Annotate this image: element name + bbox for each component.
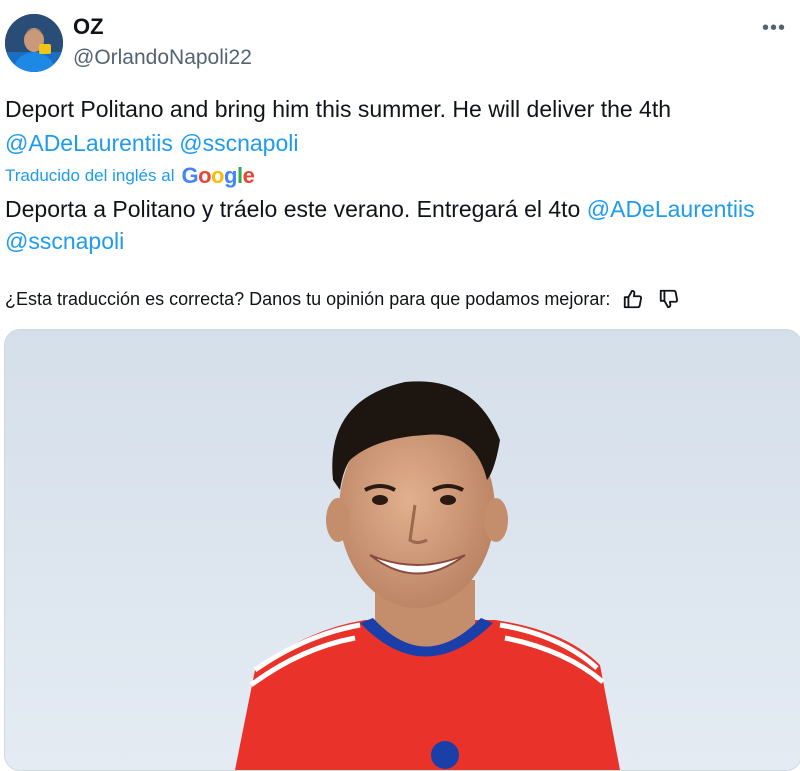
- translation-feedback: ¿Esta traducción es correcta? Danos tu o…: [5, 285, 682, 313]
- google-logo: Google: [181, 163, 255, 188]
- tweet-media-photo[interactable]: [4, 329, 800, 771]
- thumbs-up-icon[interactable]: [620, 286, 646, 312]
- mention-link[interactable]: @ADeLaurentiis: [587, 196, 755, 222]
- mention-link[interactable]: @sscnapoli: [5, 228, 124, 254]
- author-handle[interactable]: @OrlandoNapoli22: [73, 45, 252, 71]
- tweet-body: Deport Politano and bring him this summe…: [5, 96, 672, 122]
- thumbs-down-icon[interactable]: [656, 286, 682, 312]
- translated-label[interactable]: Traducido del inglés al: [5, 166, 174, 186]
- feedback-question: ¿Esta traducción es correcta? Danos tu o…: [5, 288, 611, 309]
- author-avatar[interactable]: [5, 14, 63, 72]
- translated-text: Deporta a Politano y tráelo este verano.…: [5, 193, 800, 257]
- avatar-image: [5, 14, 63, 72]
- mention-link[interactable]: @sscnapoli: [179, 130, 298, 156]
- more-options-icon[interactable]: •••: [762, 18, 786, 38]
- mention-link[interactable]: @ADeLaurentiis: [5, 130, 173, 156]
- author-name[interactable]: OZ: [73, 14, 104, 40]
- player-photo: [5, 330, 800, 770]
- translated-body: Deporta a Politano y tráelo este verano.…: [5, 196, 581, 222]
- tweet-text: Deport Politano and bring him this summe…: [5, 92, 795, 160]
- translation-attribution: Traducido del inglés al Google: [5, 161, 255, 191]
